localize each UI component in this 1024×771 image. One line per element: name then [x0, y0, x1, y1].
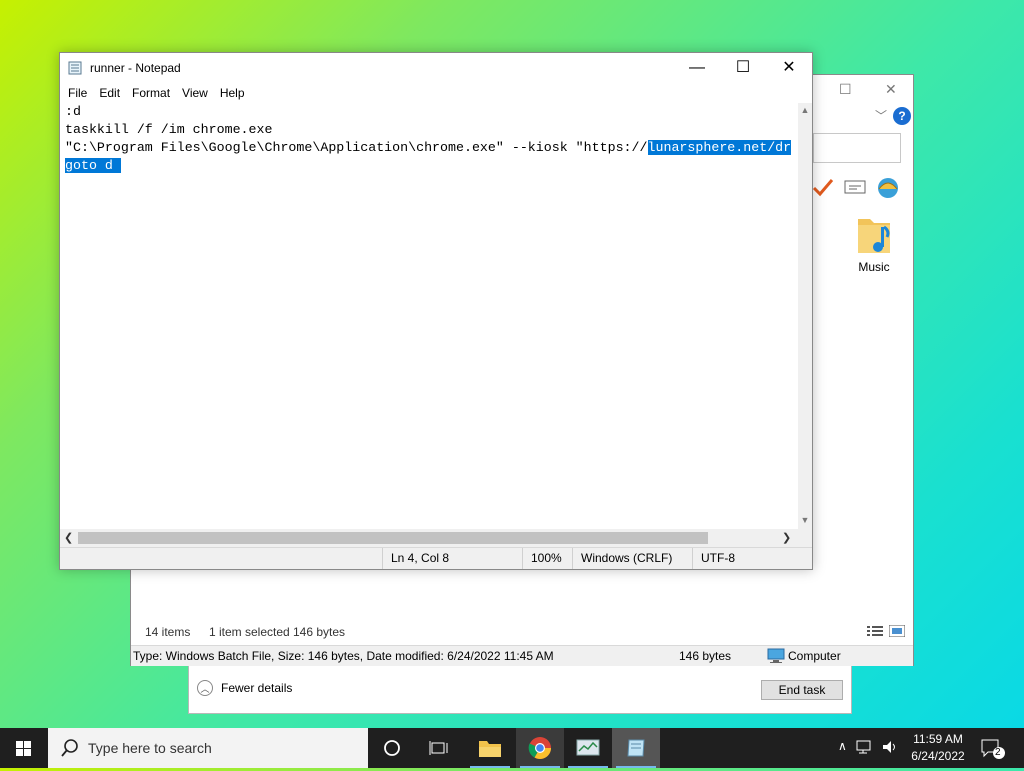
- notification-count: 2: [995, 747, 1001, 758]
- search-placeholder: Type here to search: [88, 740, 212, 756]
- start-button[interactable]: [0, 728, 48, 768]
- menu-edit[interactable]: Edit: [93, 83, 126, 103]
- music-folder-icon: [858, 219, 890, 253]
- checkmark-icon[interactable]: [811, 176, 835, 198]
- system-tray: ∧: [838, 739, 899, 755]
- location-label: Computer: [788, 649, 841, 663]
- windows-logo-icon: [16, 741, 31, 756]
- rename-icon[interactable]: [843, 176, 867, 198]
- scroll-up-icon[interactable]: ▲: [798, 105, 812, 115]
- maximize-button[interactable]: ☐: [720, 53, 766, 83]
- folder-icon: [479, 741, 501, 757]
- volume-icon[interactable]: [881, 739, 899, 755]
- vertical-scrollbar[interactable]: ▲ ▼: [798, 103, 812, 529]
- menu-help[interactable]: Help: [214, 83, 251, 103]
- network-icon[interactable]: [855, 739, 873, 755]
- chrome-taskbar-button[interactable]: [516, 728, 564, 768]
- selected-text: lunarsphere.net/dr: [647, 140, 792, 155]
- clock-date: 6/24/2022: [911, 749, 965, 763]
- notepad-window: runner - Notepad — ☐ ✕ File Edit Format …: [59, 52, 813, 570]
- encoding: UTF-8: [692, 548, 812, 569]
- scroll-left-icon[interactable]: ❮: [64, 531, 73, 544]
- music-folder-label: Music: [858, 260, 890, 274]
- cortana-icon: [384, 740, 400, 756]
- text-line: taskkill /f /im chrome.exe: [65, 122, 273, 137]
- text-line: "C:\Program Files\Google\Chrome\Applicat…: [65, 140, 792, 155]
- chevron-down-icon[interactable]: ﹀: [875, 107, 887, 124]
- help-icon[interactable]: ?: [893, 107, 911, 125]
- window-title: runner - Notepad: [90, 61, 181, 75]
- task-manager-window: ︿ Fewer details End task: [188, 664, 852, 714]
- chevron-up-icon: ︿: [197, 680, 213, 696]
- task-view-icon: [429, 741, 448, 755]
- notepad-icon: [627, 739, 645, 757]
- fewer-details-button[interactable]: ︿ Fewer details: [197, 680, 292, 696]
- details-bar: Type: Windows Batch File, Size: 146 byte…: [131, 645, 913, 666]
- file-size: 146 bytes: [679, 649, 732, 663]
- chevron-up-icon[interactable]: ∧: [838, 739, 847, 755]
- close-button[interactable]: ✕: [766, 53, 812, 83]
- file-explorer-taskbar-button[interactable]: [466, 728, 514, 768]
- view-toggle: [867, 625, 905, 637]
- close-button[interactable]: ✕: [885, 81, 897, 98]
- menu-format[interactable]: Format: [126, 83, 176, 103]
- toolbar-icons: [811, 175, 901, 199]
- scrollbar-thumb[interactable]: [78, 532, 708, 544]
- taskbar-search[interactable]: Type here to search: [48, 728, 368, 768]
- cortana-button[interactable]: [368, 728, 416, 768]
- notepad-icon: [68, 61, 82, 75]
- selection-count: 1 item selected: [209, 625, 290, 639]
- notepad-taskbar-button[interactable]: [612, 728, 660, 768]
- clock[interactable]: 11:59 AM 6/24/2022: [908, 731, 968, 765]
- text-line: :d: [65, 104, 81, 119]
- music-folder[interactable]: Music: [851, 213, 897, 274]
- line-ending: Windows (CRLF): [572, 548, 692, 569]
- maximize-button[interactable]: ☐: [839, 81, 852, 98]
- taskbar: Type here to search ∧ 11:59 AM 6/24/2022: [0, 728, 1024, 768]
- menu-file[interactable]: File: [62, 83, 93, 103]
- zoom-level: 100%: [522, 548, 572, 569]
- scroll-down-icon[interactable]: ▼: [798, 515, 812, 525]
- file-details: Type: Windows Batch File, Size: 146 byte…: [133, 649, 554, 663]
- cursor-position: Ln 4, Col 8: [382, 548, 522, 569]
- notification-icon: [981, 739, 1005, 759]
- status-bar: Ln 4, Col 8 100% Windows (CRLF) UTF-8: [60, 547, 812, 569]
- tiles-view-icon[interactable]: [889, 625, 905, 637]
- explorer-status-bar: 14 items 1 item selected 146 bytes: [131, 623, 913, 641]
- clock-time: 11:59 AM: [913, 732, 963, 746]
- selected-text: goto d: [65, 158, 121, 173]
- shell-icon[interactable]: [875, 175, 901, 199]
- task-manager-taskbar-button[interactable]: [564, 728, 612, 768]
- scroll-right-icon[interactable]: ❯: [782, 531, 791, 544]
- menu-view[interactable]: View: [176, 83, 214, 103]
- chrome-icon: [528, 737, 551, 759]
- items-count: 14 items: [145, 625, 191, 639]
- text-line: goto d: [65, 157, 798, 175]
- horizontal-scrollbar[interactable]: ❮ ❯: [60, 529, 812, 547]
- search-icon: [61, 739, 78, 757]
- computer-icon: [767, 648, 785, 663]
- search-input[interactable]: [813, 133, 901, 163]
- task-view-button[interactable]: [416, 728, 464, 768]
- title-bar[interactable]: runner - Notepad — ☐ ✕: [60, 53, 812, 83]
- action-center-button[interactable]: 2: [980, 738, 1006, 763]
- task-manager-icon: [576, 739, 600, 756]
- menu-bar: File Edit Format View Help: [60, 83, 814, 103]
- details-view-icon[interactable]: [867, 625, 883, 637]
- text-editor[interactable]: :d taskkill /f /im chrome.exe "C:\Progra…: [60, 103, 798, 529]
- selection-size: 146 bytes: [293, 625, 346, 639]
- fewer-details-label: Fewer details: [221, 681, 293, 695]
- end-task-button[interactable]: End task: [761, 680, 843, 700]
- minimize-button[interactable]: —: [674, 53, 720, 83]
